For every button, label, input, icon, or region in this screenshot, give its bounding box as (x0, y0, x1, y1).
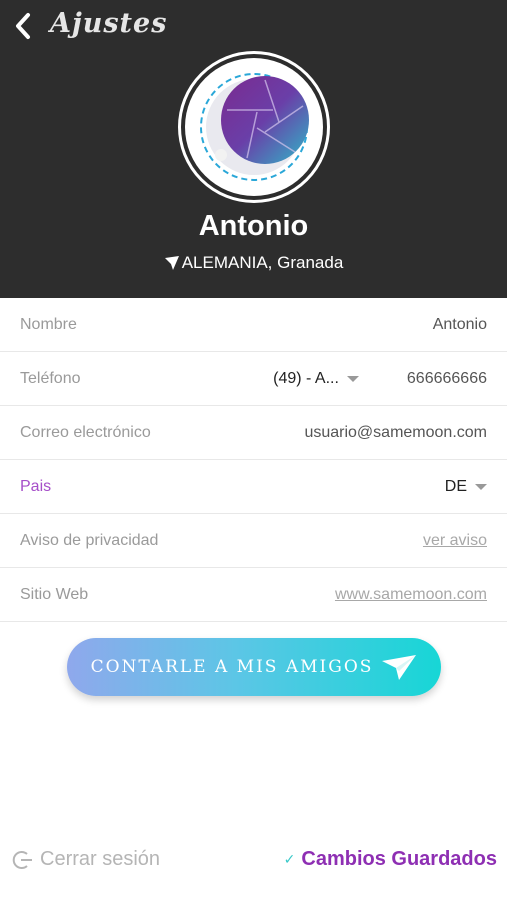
logout-button[interactable]: Cerrar sesión (12, 848, 160, 871)
phone-code-select[interactable]: (49) - A... (273, 370, 359, 388)
profile-name: Antonio (198, 210, 309, 242)
header-bar: Ajustes Antonio ALEMANIA, Granada (0, 0, 507, 298)
name-value[interactable]: Antonio (433, 316, 487, 334)
email-row[interactable]: Correo electrónico usuario@samemoon.com (0, 406, 507, 460)
website-label: Sitio Web (20, 585, 89, 603)
privacy-label: Aviso de privacidad (20, 531, 159, 549)
logout-icon (12, 849, 34, 871)
website-row: Sitio Web www.samemoon.com (0, 568, 507, 622)
moon-shutter-logo (200, 73, 309, 181)
saved-label: Cambios Guardados (301, 848, 497, 870)
phone-label: Teléfono (20, 369, 81, 387)
chevron-left-icon (16, 13, 30, 39)
avatar[interactable] (178, 51, 330, 203)
name-row[interactable]: Nombre Antonio (0, 298, 507, 352)
phone-value[interactable]: 666666666 (407, 370, 487, 388)
share-with-friends-button[interactable]: CONTARLE A MIS AMIGOS (67, 638, 441, 696)
country-label: Pais (20, 477, 52, 495)
back-button[interactable] (8, 8, 38, 44)
email-label: Correo electrónico (20, 423, 151, 441)
phone-code-value: (49) - A... (273, 369, 339, 387)
caret-down-icon (346, 375, 359, 382)
privacy-link[interactable]: ver aviso (423, 532, 487, 550)
country-value: DE (444, 477, 467, 495)
name-label: Nombre (20, 315, 77, 333)
check-icon: ✓ (283, 851, 296, 867)
phone-row: Teléfono (49) - A... 666666666 (0, 352, 507, 406)
caret-down-icon (475, 483, 487, 490)
logout-label: Cerrar sesión (40, 848, 161, 870)
send-icon (382, 655, 417, 680)
location-arrow-icon (164, 255, 180, 271)
page-title: Ajustes (50, 8, 168, 39)
email-value[interactable]: usuario@samemoon.com (304, 424, 487, 442)
share-button-label: CONTARLE A MIS AMIGOS (90, 657, 374, 677)
profile-location: ALEMANIA, Granada (0, 253, 507, 273)
country-select[interactable]: DE (445, 478, 487, 496)
location-text: ALEMANIA, Granada (181, 253, 344, 272)
changes-saved-status: ✓ Cambios Guardados (284, 848, 497, 871)
settings-list: Nombre Antonio Teléfono (49) - A... 6666… (0, 298, 507, 622)
website-link[interactable]: www.samemoon.com (335, 586, 487, 604)
country-row: Pais DE (0, 460, 507, 514)
privacy-row: Aviso de privacidad ver aviso (0, 514, 507, 568)
